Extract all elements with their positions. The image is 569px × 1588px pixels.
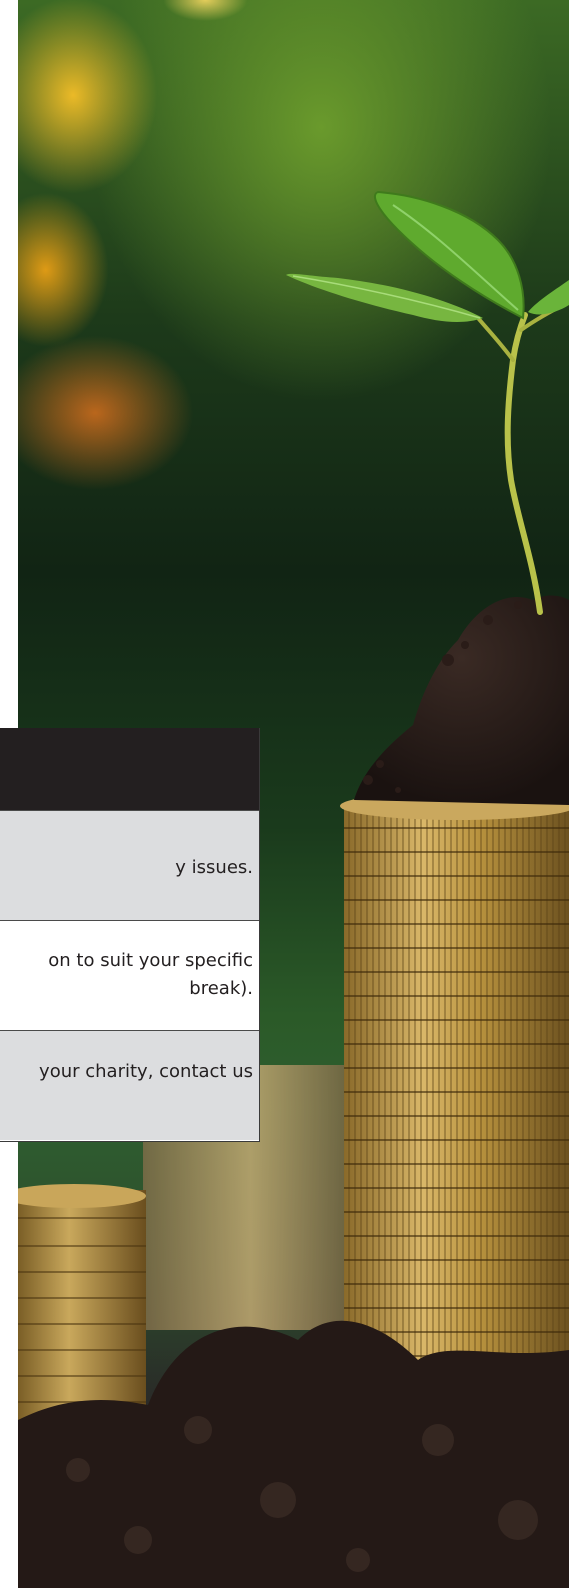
table-row-line: your charity, contact us [39,1061,253,1082]
table-row-text: y issues. [0,854,253,882]
table-row: your charity, contact us [0,1030,259,1140]
leaf-left [286,273,483,322]
table-row: y issues. [0,810,259,920]
table-row-text: your charity, contact us [0,1058,253,1086]
table-header [0,728,259,810]
table-row-line: on to suit your specific [48,950,253,971]
leaf-right [528,280,569,315]
table-row: on to suit your specific break). [0,920,259,1030]
left-coin-stack [18,1184,146,1425]
soil-mound [354,595,569,805]
table-row-line: break). [189,978,253,999]
table-row-line: y issues. [175,857,253,878]
info-table: y issues. on to suit your specific break… [0,728,260,1142]
table-row-text: on to suit your specific break). [0,947,253,1003]
